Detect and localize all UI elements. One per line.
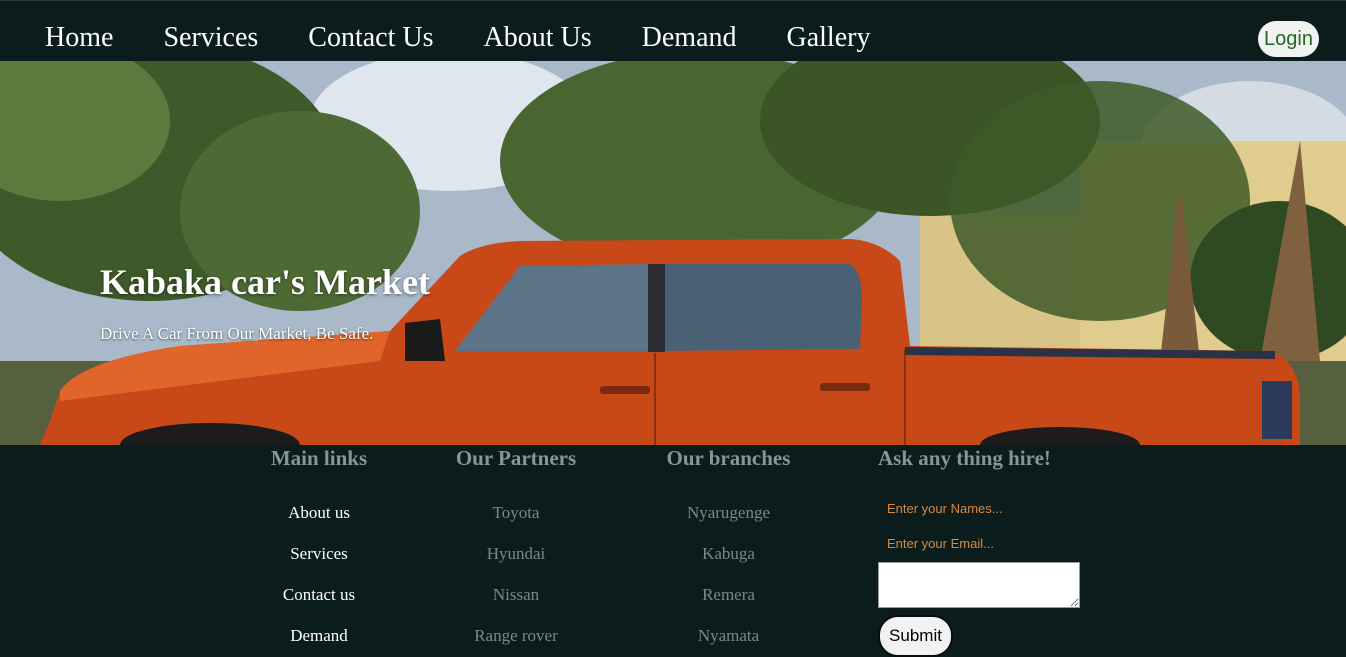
footer-link-demand[interactable]: Demand	[254, 626, 384, 646]
partner-item: Range rover	[474, 626, 558, 645]
hero-title: Kabaka car's Market	[100, 262, 430, 302]
login-button[interactable]: Login	[1258, 21, 1319, 57]
partner-item: Hyundai	[486, 544, 546, 563]
nav-link-contact-us[interactable]: Contact Us	[308, 21, 433, 55]
hero-background-image	[0, 61, 1346, 445]
footer-link-services[interactable]: Services	[254, 544, 384, 564]
nav-link-gallery[interactable]: Gallery	[787, 21, 871, 55]
branches-column: Our branches Nyarugenge Kabuga Remera Ny…	[656, 445, 801, 645]
branch-item: Kabuga	[702, 544, 755, 563]
partners-column: Our Partners Toyota Hyundai Nissan Range…	[446, 445, 586, 645]
branch-item: Remera	[702, 585, 755, 604]
partners-heading: Our Partners	[455, 446, 577, 470]
contact-form-column: Ask any thing hire! Submit	[878, 445, 1080, 657]
footer-link-contact-us[interactable]: Contact us	[254, 585, 384, 605]
hero-banner: Kabaka car's Market Drive A Car From Our…	[0, 61, 1346, 445]
branch-item: Nyamata	[697, 626, 760, 645]
nav-link-home[interactable]: Home	[45, 21, 113, 55]
hero-subtitle: Drive A Car From Our Market, Be Safe.	[100, 324, 374, 343]
top-navbar: Home Services Contact Us About Us Demand…	[0, 0, 1346, 61]
submit-button[interactable]: Submit	[878, 615, 953, 657]
ask-heading: Ask any thing hire!	[878, 446, 1051, 470]
nav-link-demand[interactable]: Demand	[642, 21, 737, 55]
branches-heading: Our branches	[666, 446, 791, 470]
email-input[interactable]	[878, 530, 1078, 558]
branch-item: Nyarugenge	[686, 503, 771, 522]
nav-links: Home Services Contact Us About Us Demand…	[45, 21, 920, 55]
message-textarea[interactable]	[878, 562, 1080, 608]
partner-item: Toyota	[492, 503, 540, 522]
nav-link-services[interactable]: Services	[163, 21, 258, 55]
names-input[interactable]	[878, 495, 1078, 523]
main-links-column: Main links About us Services Contact us …	[254, 445, 384, 645]
partner-item: Nissan	[492, 585, 540, 604]
main-links-heading: Main links	[270, 446, 368, 470]
footer: Main links About us Services Contact us …	[0, 445, 1346, 657]
nav-link-about-us[interactable]: About Us	[484, 21, 592, 55]
footer-link-about-us[interactable]: About us	[254, 503, 384, 523]
